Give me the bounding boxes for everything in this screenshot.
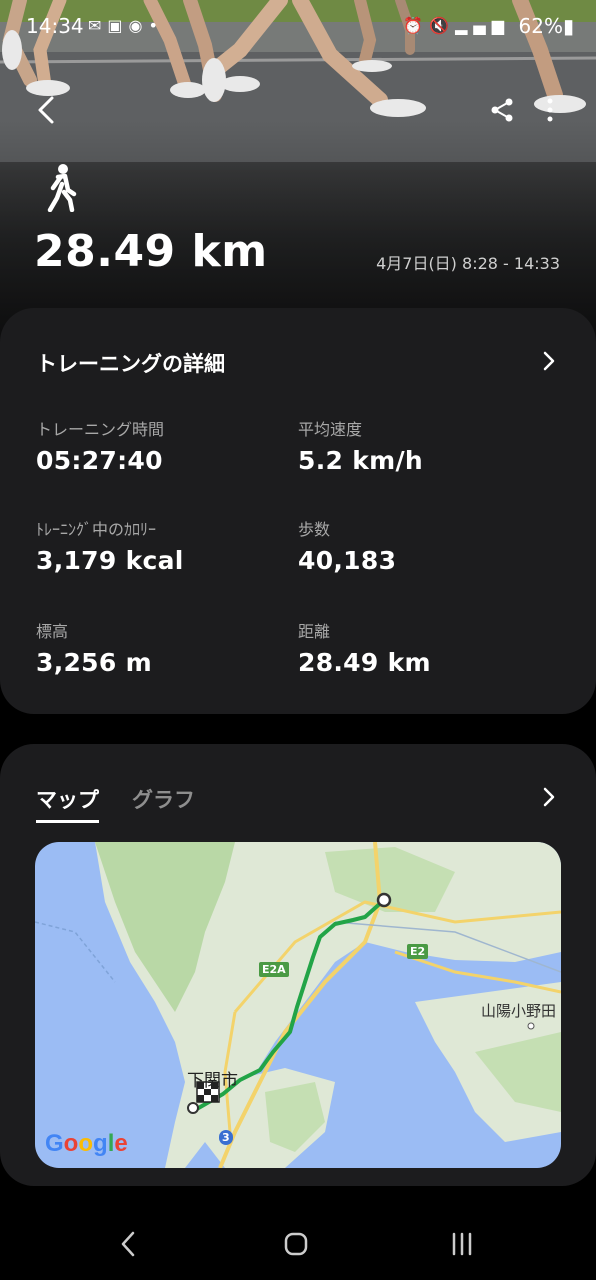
mute-icon: 🔇 <box>429 16 456 35</box>
stat-label: 平均速度 <box>298 420 363 439</box>
stat-elevation: 標高 3,256 m <box>36 618 152 677</box>
nav-recents-button[interactable] <box>442 1224 482 1264</box>
stat-average-speed: 平均速度 5.2 km/h <box>298 416 423 475</box>
nav-recents-icon <box>452 1232 472 1256</box>
map-label-city: 下関市 <box>187 1071 238 1091</box>
date-range: 4月7日(日) 8:28 - 14:33 <box>376 254 560 273</box>
route-map[interactable]: 下関市 山陽小野田 E2A E2 3 Google <box>35 842 561 1168</box>
total-distance: 28.49 km <box>34 226 268 277</box>
hero-banner: 14:34 ✉▣◉• ⏰🔇▂▄▆ 62%▮ 28.49 km 4月7日(日) 8… <box>0 0 596 340</box>
back-button[interactable] <box>26 90 66 130</box>
more-options-button[interactable] <box>530 90 570 130</box>
road-shield-e2: E2 <box>407 944 429 959</box>
system-nav-bar <box>0 1200 596 1280</box>
road-shield-e2a: E2A <box>259 962 289 977</box>
stat-training-time: トレーニング時間 05:27:40 <box>36 416 164 475</box>
stat-distance: 距離 28.49 km <box>298 618 431 677</box>
share-button[interactable] <box>482 90 522 130</box>
system-icons: ⏰🔇▂▄▆ <box>403 16 510 35</box>
stat-value: 05:27:40 <box>36 446 163 475</box>
stat-calories: ﾄﾚｰﾆﾝｸﾞ中のｶﾛﾘｰ 3,179 kcal <box>36 516 184 575</box>
nav-home-button[interactable] <box>276 1224 316 1264</box>
stat-label: 距離 <box>298 622 331 641</box>
stat-value: 3,256 m <box>36 648 152 677</box>
stat-value: 40,183 <box>298 546 397 575</box>
battery-icon: 62%▮ <box>518 14 574 38</box>
nav-back-button[interactable] <box>108 1224 148 1264</box>
more-vert-icon <box>547 98 553 122</box>
notification-icons: ✉▣◉• <box>88 16 164 35</box>
tab-map[interactable]: マップ <box>36 784 99 823</box>
runners-photo <box>0 0 596 340</box>
stat-label: 歩数 <box>298 520 331 539</box>
nav-back-icon <box>121 1231 135 1257</box>
tab-graph[interactable]: グラフ <box>132 784 195 814</box>
start-marker <box>376 892 392 908</box>
stat-label: トレーニング時間 <box>36 420 165 439</box>
stat-label: ﾄﾚｰﾆﾝｸﾞ中のｶﾛﾘｰ <box>36 520 157 539</box>
details-title: トレーニングの詳細 <box>36 352 225 376</box>
status-bar: 14:34 ✉▣◉• ⏰🔇▂▄▆ 62%▮ <box>0 10 596 42</box>
chevron-right-icon[interactable] <box>538 786 560 808</box>
sync-icon: ◉ <box>128 16 149 35</box>
stat-value: 5.2 km/h <box>298 446 423 475</box>
chevron-right-icon[interactable] <box>538 350 560 372</box>
chevron-left-icon <box>38 96 54 124</box>
stat-label: 標高 <box>36 622 69 641</box>
stat-value: 28.49 km <box>298 648 431 677</box>
google-logo: Google <box>45 1130 128 1157</box>
stat-value: 3,179 kcal <box>36 546 184 575</box>
share-icon <box>491 98 513 122</box>
battery-level: 62% <box>518 14 563 38</box>
mail-icon: ✉ <box>88 16 108 35</box>
road-shield-route3: 3 <box>219 1130 233 1145</box>
edn-icon: ▣ <box>107 16 129 35</box>
map-card: マップ グラフ 下関市 山陽小野田 E2A E2 3 Google <box>0 744 596 1186</box>
map-label-town: 山陽小野田 <box>481 1002 557 1020</box>
training-details-card[interactable]: トレーニングの詳細 トレーニング時間 05:27:40 平均速度 5.2 km/… <box>0 308 596 714</box>
signal-icon: ▂▄▆ <box>455 16 510 35</box>
dot-icon: • <box>148 16 164 35</box>
alarm-icon: ⏰ <box>403 16 430 35</box>
walking-icon <box>47 164 77 212</box>
nav-home-icon <box>284 1232 308 1256</box>
stat-steps: 歩数 40,183 <box>298 516 396 575</box>
status-time: 14:34 <box>26 14 84 38</box>
